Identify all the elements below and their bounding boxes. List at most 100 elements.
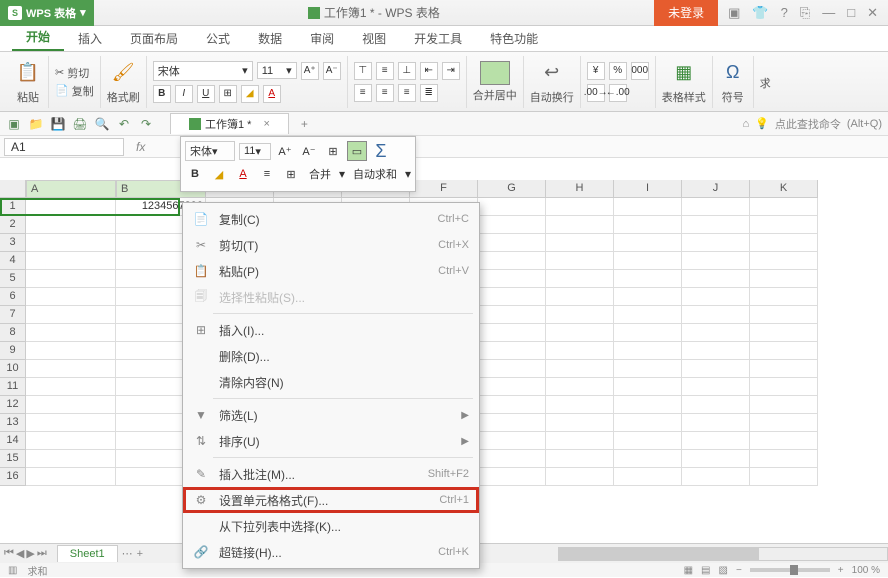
ctx-从下拉列表中选择(K)...[interactable]: 从下拉列表中选择(K)... bbox=[183, 513, 479, 539]
mt-border2[interactable]: ⊞ bbox=[281, 164, 301, 184]
align-center[interactable]: ≡ bbox=[376, 84, 394, 102]
dropdown-caret-icon[interactable]: ▾ bbox=[80, 6, 86, 19]
ctx-插入(I)...[interactable]: ⊞插入(I)... bbox=[183, 317, 479, 343]
mt-border[interactable]: ⊞ bbox=[323, 141, 343, 161]
zoom-value[interactable]: 100 % bbox=[852, 565, 880, 576]
zoom-in[interactable]: + bbox=[838, 565, 844, 576]
zoom-slider[interactable] bbox=[750, 568, 830, 572]
qa-print[interactable]: 🖨 bbox=[72, 116, 88, 132]
ctx-删除(D)...[interactable]: 删除(D)... bbox=[183, 343, 479, 369]
view-normal-icon[interactable]: ▦ bbox=[684, 565, 693, 576]
align-top[interactable]: ⊤ bbox=[354, 62, 372, 80]
dec-inc[interactable]: .00→ bbox=[587, 84, 605, 102]
mt-merge-label[interactable]: 合并 bbox=[305, 166, 335, 182]
row-9[interactable]: 9 bbox=[0, 342, 26, 360]
zoom-out[interactable]: − bbox=[736, 565, 742, 576]
col-J[interactable]: J bbox=[682, 180, 750, 198]
tab-view[interactable]: 视图 bbox=[348, 26, 400, 51]
font-select[interactable]: 宋体▾ bbox=[153, 61, 253, 81]
status-ico[interactable]: ▥ bbox=[8, 565, 17, 576]
qa-preview[interactable]: 🔍 bbox=[94, 116, 110, 132]
mt-autosum-label[interactable]: 自动求和 bbox=[349, 166, 401, 182]
grow-font[interactable]: A⁺ bbox=[301, 62, 319, 80]
row-6[interactable]: 6 bbox=[0, 288, 26, 306]
row-14[interactable]: 14 bbox=[0, 432, 26, 450]
qa-redo[interactable]: ↷ bbox=[138, 116, 154, 132]
sheet-menu[interactable]: ⋯ bbox=[122, 547, 133, 560]
add-tab[interactable]: + bbox=[301, 117, 308, 131]
row-13[interactable]: 13 bbox=[0, 414, 26, 432]
row-2[interactable]: 2 bbox=[0, 216, 26, 234]
doc-close-icon[interactable]: × bbox=[263, 118, 269, 130]
row-15[interactable]: 15 bbox=[0, 450, 26, 468]
select-all-corner[interactable] bbox=[0, 180, 26, 198]
row-1[interactable]: 1 bbox=[0, 198, 26, 216]
mt-align[interactable]: ≡ bbox=[257, 164, 277, 184]
ctx-清除内容(N)[interactable]: 清除内容(N) bbox=[183, 369, 479, 395]
col-G[interactable]: G bbox=[478, 180, 546, 198]
row-11[interactable]: 11 bbox=[0, 378, 26, 396]
mt-shrink[interactable]: A⁻ bbox=[299, 141, 319, 161]
col-F[interactable]: F bbox=[410, 180, 478, 198]
table-style[interactable]: ▦ 表格样式 bbox=[656, 56, 713, 108]
sheet-next[interactable]: ▶ bbox=[26, 547, 34, 560]
ctx-复制(C)[interactable]: 📄复制(C)Ctrl+C bbox=[183, 206, 479, 232]
underline-btn[interactable]: U bbox=[197, 85, 215, 103]
col-I[interactable]: I bbox=[614, 180, 682, 198]
qa-new[interactable]: ▣ bbox=[6, 116, 22, 132]
shrink-font[interactable]: A⁻ bbox=[323, 62, 341, 80]
copy-btn[interactable]: 📄复制 bbox=[55, 83, 94, 99]
mt-fill[interactable]: ◢ bbox=[209, 164, 229, 184]
align-mid[interactable]: ≡ bbox=[376, 62, 394, 80]
bold-btn[interactable]: B bbox=[153, 85, 171, 103]
ctx-插入批注(M)...[interactable]: ✎插入批注(M)...Shift+F2 bbox=[183, 461, 479, 487]
col-H[interactable]: H bbox=[546, 180, 614, 198]
row-7[interactable]: 7 bbox=[0, 306, 26, 324]
msg-icon[interactable]: ▣ bbox=[728, 5, 740, 21]
h-scrollbar[interactable] bbox=[558, 547, 888, 561]
view-page-icon[interactable]: ▤ bbox=[701, 565, 710, 576]
align-just[interactable]: ≣ bbox=[420, 84, 438, 102]
ctx-粘贴(P)[interactable]: 📋粘贴(P)Ctrl+V bbox=[183, 258, 479, 284]
maximize-icon[interactable]: □ bbox=[847, 5, 855, 21]
close-icon[interactable]: ✕ bbox=[867, 5, 878, 21]
mt-grow[interactable]: A⁺ bbox=[275, 141, 295, 161]
row-12[interactable]: 12 bbox=[0, 396, 26, 414]
tab-insert[interactable]: 插入 bbox=[64, 26, 116, 51]
sheet-last[interactable]: ⏭ bbox=[37, 547, 47, 560]
row-8[interactable]: 8 bbox=[0, 324, 26, 342]
format-painter[interactable]: 🖌 格式刷 bbox=[101, 56, 147, 108]
help-icon[interactable]: ? bbox=[781, 5, 788, 21]
border-btn[interactable]: ⊞ bbox=[219, 85, 237, 103]
mt-font[interactable]: 宋体▾ bbox=[185, 141, 235, 161]
ctx-剪切(T)[interactable]: ✂剪切(T)Ctrl+X bbox=[183, 232, 479, 258]
indent-inc[interactable]: ⇥ bbox=[442, 62, 460, 80]
sheet-add[interactable]: + bbox=[137, 548, 143, 560]
row-4[interactable]: 4 bbox=[0, 252, 26, 270]
sheet-first[interactable]: ⏮ bbox=[4, 547, 14, 560]
mt-merge-ico[interactable]: ▭ bbox=[347, 141, 367, 161]
tab-layout[interactable]: 页面布局 bbox=[116, 26, 192, 51]
ctx-超链接(H)...[interactable]: 🔗超链接(H)...Ctrl+K bbox=[183, 539, 479, 565]
merge-center[interactable]: 合并居中 bbox=[467, 56, 524, 108]
tab-special[interactable]: 特色功能 bbox=[476, 26, 552, 51]
mt-size[interactable]: 11▾ bbox=[239, 143, 271, 160]
mt-bold[interactable]: B bbox=[185, 164, 205, 184]
qa-save[interactable]: 💾 bbox=[50, 116, 66, 132]
dec-dec[interactable]: ←.00 bbox=[609, 84, 627, 102]
doc-tab[interactable]: 工作簿1 * × bbox=[170, 113, 289, 134]
view-break-icon[interactable]: ▧ bbox=[719, 565, 728, 576]
tab-data[interactable]: 数据 bbox=[244, 26, 296, 51]
skin-icon[interactable]: 👕 bbox=[752, 5, 768, 21]
percent-btn[interactable]: % bbox=[609, 62, 627, 80]
symbol[interactable]: Ω 符号 bbox=[713, 56, 754, 108]
tab-formula[interactable]: 公式 bbox=[192, 26, 244, 51]
ribbon-toggle-icon[interactable]: ⎘ bbox=[800, 5, 810, 21]
login-button[interactable]: 未登录 bbox=[654, 0, 718, 26]
home-icon[interactable]: ⌂ bbox=[742, 118, 749, 130]
qa-undo[interactable]: ↶ bbox=[116, 116, 132, 132]
fx-icon[interactable]: fx bbox=[128, 140, 153, 154]
row-16[interactable]: 16 bbox=[0, 468, 26, 486]
tab-dev[interactable]: 开发工具 bbox=[400, 26, 476, 51]
minimize-icon[interactable]: — bbox=[822, 5, 835, 21]
